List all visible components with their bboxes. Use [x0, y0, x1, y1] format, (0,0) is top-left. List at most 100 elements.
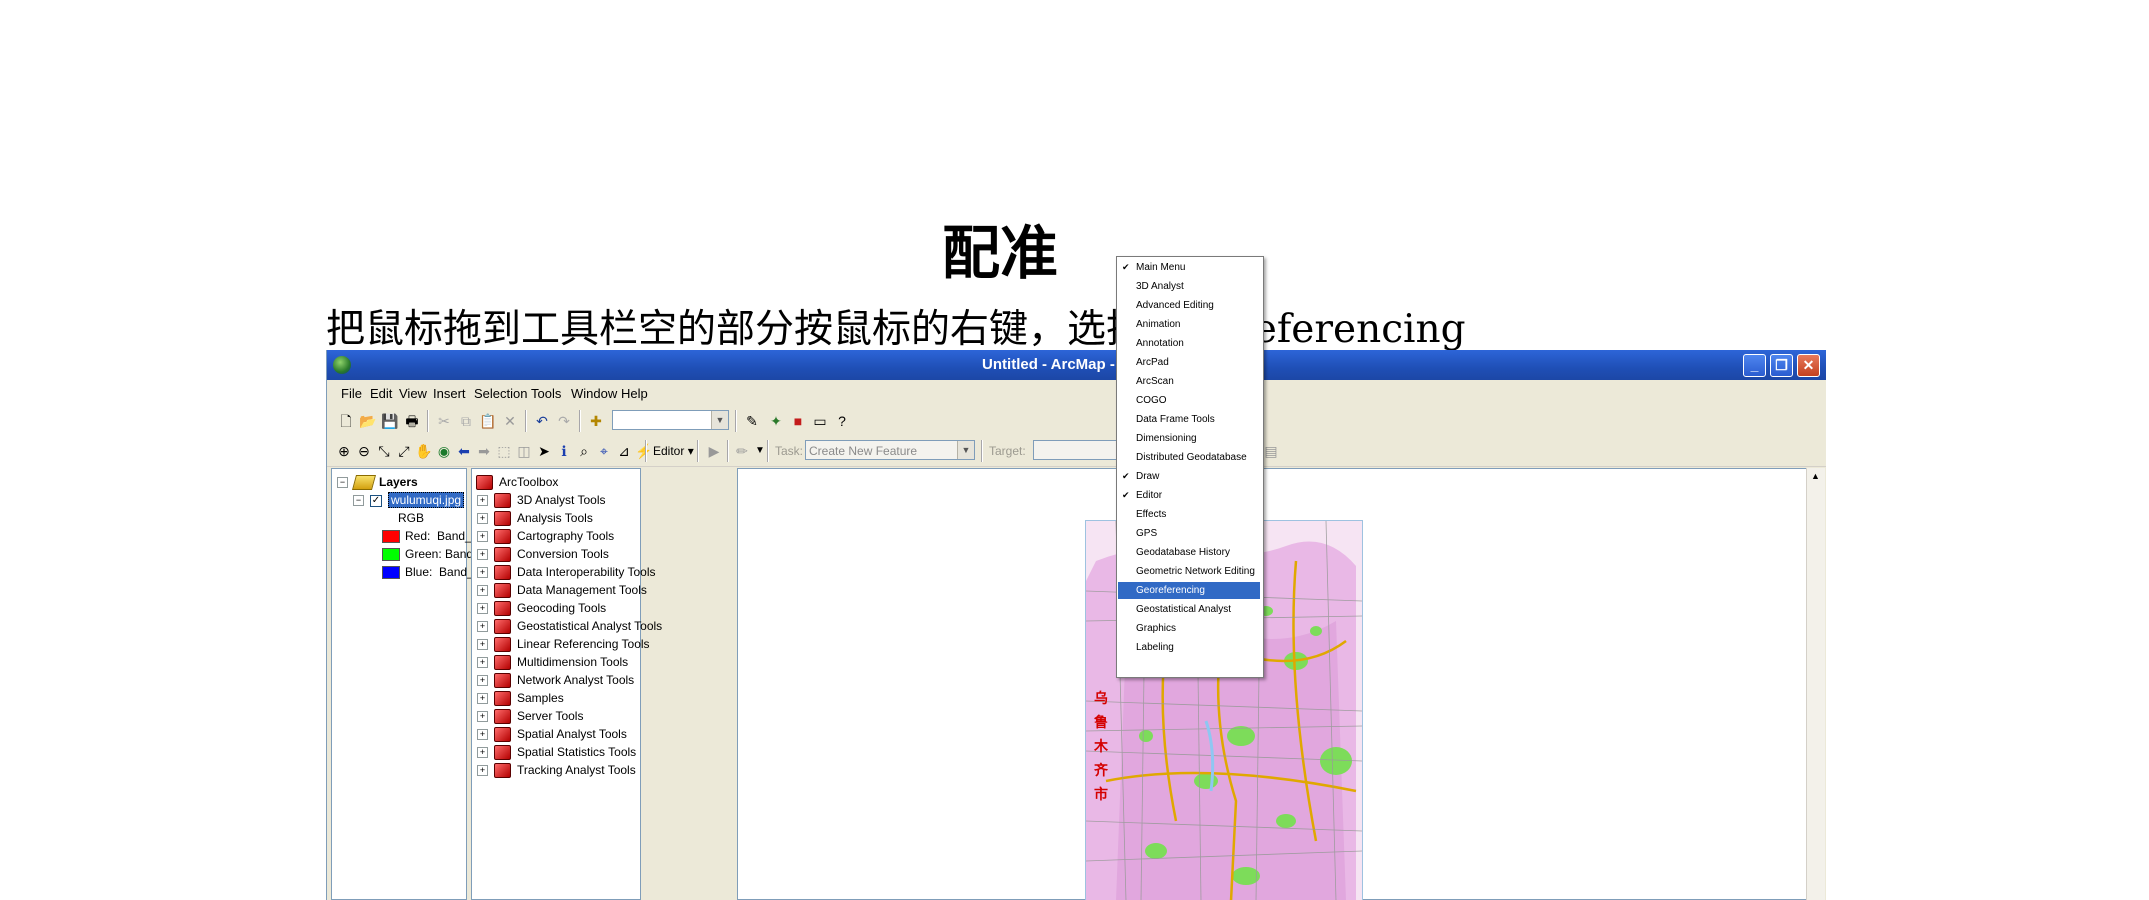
expand-icon[interactable]: + — [477, 549, 488, 561]
menu-selection[interactable]: Selection — [474, 386, 527, 401]
menu-item-distributed-geodatabase[interactable]: Distributed Geodatabase — [1118, 449, 1260, 466]
menu-item-advanced-editing[interactable]: Advanced Editing — [1118, 297, 1260, 314]
menu-item-animation[interactable]: Animation — [1118, 316, 1260, 333]
toolbox-item[interactable]: + Data Interoperability Tools — [477, 563, 656, 581]
go-to-xy-icon[interactable]: ⌖ — [595, 442, 613, 460]
scroll-up-icon[interactable]: ▲ — [1809, 470, 1822, 483]
toolbox-item[interactable]: + Data Management Tools — [477, 581, 647, 599]
menu-tools[interactable]: Tools — [531, 386, 561, 401]
expand-icon[interactable]: + — [477, 513, 488, 525]
editor-menu[interactable]: Editor ▾ — [653, 444, 694, 458]
chevron-down-icon[interactable]: ▼ — [711, 411, 728, 429]
expand-icon[interactable]: + — [477, 639, 488, 651]
measure-icon[interactable]: ⊿ — [615, 442, 633, 460]
expand-icon[interactable]: + — [477, 585, 488, 597]
expand-icon[interactable]: + — [477, 531, 488, 543]
menu-window[interactable]: Window — [571, 386, 617, 401]
toolbox-item[interactable]: + Cartography Tools — [477, 527, 614, 545]
expand-icon[interactable]: + — [477, 603, 488, 615]
expand-icon[interactable]: + — [477, 711, 488, 723]
menu-item-graphics[interactable]: Graphics — [1118, 620, 1260, 637]
menu-item-arcpad[interactable]: ArcPad — [1118, 354, 1260, 371]
toolbox-item[interactable]: + Multidimension Tools — [477, 653, 628, 671]
expand-icon[interactable]: + — [477, 693, 488, 705]
zoom-in-icon[interactable]: ⊕ — [335, 442, 353, 460]
toolbox-item[interactable]: + Spatial Statistics Tools — [477, 743, 636, 761]
toolbox-item[interactable]: + Linear Referencing Tools — [477, 635, 650, 653]
arccatalog-icon[interactable]: ✦ — [767, 412, 785, 430]
menu-insert[interactable]: Insert — [433, 386, 466, 401]
menu-item-georeferencing[interactable]: Georeferencing — [1118, 582, 1260, 599]
menu-item-3d-analyst[interactable]: 3D Analyst — [1118, 278, 1260, 295]
layers-root[interactable]: − Layers — [337, 473, 418, 491]
menu-item-geometric-network-editing[interactable]: Geometric Network Editing — [1118, 563, 1260, 580]
menu-item-gps[interactable]: GPS — [1118, 525, 1260, 542]
toolbox-item[interactable]: + Tracking Analyst Tools — [477, 761, 636, 779]
task-combo[interactable]: Create New Feature ▼ — [805, 440, 975, 460]
menu-item-labeling[interactable]: Labeling — [1118, 639, 1260, 656]
toolbox-item[interactable]: + Geostatistical Analyst Tools — [477, 617, 662, 635]
editor-toolbar-icon[interactable]: ✎ — [743, 412, 761, 430]
undo-icon[interactable]: ↶ — [533, 412, 551, 430]
map-scale-combo[interactable]: ▼ — [612, 410, 729, 430]
select-features-icon[interactable]: ⬚ — [495, 442, 513, 460]
zoom-out-icon[interactable]: ⊖ — [355, 442, 373, 460]
add-data-icon[interactable]: ✚ — [587, 412, 605, 430]
identify-icon[interactable]: ℹ — [555, 442, 573, 460]
cut-icon[interactable]: ✂ — [435, 412, 453, 430]
arctoolbox-root[interactable]: ArcToolbox — [476, 473, 558, 491]
command-line-icon[interactable]: ▭ — [811, 412, 829, 430]
menu-item-data-frame-tools[interactable]: Data Frame Tools — [1118, 411, 1260, 428]
layer-visibility-checkbox[interactable]: ✓ — [370, 494, 382, 507]
menu-item-geostatistical-analyst[interactable]: Geostatistical Analyst — [1118, 601, 1260, 618]
redo-icon[interactable]: ↷ — [555, 412, 573, 430]
toolbox-item[interactable]: + Geocoding Tools — [477, 599, 606, 617]
pan-icon[interactable]: ✋ — [415, 442, 433, 460]
find-icon[interactable]: ⌕ — [575, 442, 593, 460]
forward-extent-icon[interactable]: ➡ — [475, 442, 493, 460]
toolbox-item[interactable]: + Conversion Tools — [477, 545, 609, 563]
menu-file[interactable]: File — [341, 386, 362, 401]
map-vertical-scrollbar[interactable]: ▲ — [1806, 468, 1825, 900]
expand-icon[interactable]: + — [477, 567, 488, 579]
attributes-icon[interactable]: ▤ — [1262, 442, 1280, 460]
fixed-zoom-in-icon[interactable]: ⤡ — [375, 442, 393, 460]
toolbox-item[interactable]: + Server Tools — [477, 707, 583, 725]
sketch-tool-icon[interactable]: ✏ — [733, 442, 751, 460]
expand-icon[interactable]: + — [477, 729, 488, 741]
close-button[interactable]: ✕ — [1797, 354, 1820, 377]
whats-this-icon[interactable]: ? — [833, 412, 851, 430]
toolbox-item[interactable]: + Network Analyst Tools — [477, 671, 634, 689]
arctoolbox-icon[interactable]: ■ — [789, 412, 807, 430]
hyperlink-icon[interactable]: ⚡ — [635, 442, 653, 460]
menu-item-main-menu[interactable]: ✔ Main Menu — [1118, 259, 1260, 276]
print-icon[interactable]: 🖶 — [403, 412, 421, 430]
minimize-button[interactable]: _ — [1743, 354, 1766, 377]
maximize-button[interactable]: ❐ — [1770, 354, 1793, 377]
menu-item-arcscan[interactable]: ArcScan — [1118, 373, 1260, 390]
open-folder-icon[interactable]: 📂 — [359, 412, 377, 430]
menu-item-effects[interactable]: Effects — [1118, 506, 1260, 523]
full-extent-icon[interactable]: ◉ — [435, 442, 453, 460]
chevron-down-icon[interactable]: ▼ — [957, 441, 974, 459]
menu-item-cogo[interactable]: COGO — [1118, 392, 1260, 409]
toolbox-item[interactable]: + Samples — [477, 689, 564, 707]
expand-icon[interactable]: + — [477, 675, 488, 687]
expand-icon[interactable]: + — [477, 657, 488, 669]
menu-help[interactable]: Help — [621, 386, 648, 401]
save-icon[interactable]: 💾 — [381, 412, 399, 430]
menu-item-geodatabase-history[interactable]: Geodatabase History — [1118, 544, 1260, 561]
paste-icon[interactable]: 📋 — [479, 412, 497, 430]
copy-icon[interactable]: ⧉ — [457, 412, 475, 430]
edit-tool-icon[interactable]: ▶ — [705, 442, 723, 460]
toolbox-item[interactable]: + Analysis Tools — [477, 509, 593, 527]
collapse-icon[interactable]: − — [353, 495, 364, 507]
toolbox-item[interactable]: + Spatial Analyst Tools — [477, 725, 627, 743]
back-extent-icon[interactable]: ⬅ — [455, 442, 473, 460]
collapse-icon[interactable]: − — [337, 477, 348, 489]
expand-icon[interactable]: + — [477, 765, 488, 777]
select-elements-icon[interactable]: ➤ — [535, 442, 553, 460]
menu-item-dimensioning[interactable]: Dimensioning — [1118, 430, 1260, 447]
new-document-icon[interactable]: 🗋 — [337, 412, 355, 430]
toolbox-item[interactable]: +3D Analyst Tools — [477, 491, 606, 509]
